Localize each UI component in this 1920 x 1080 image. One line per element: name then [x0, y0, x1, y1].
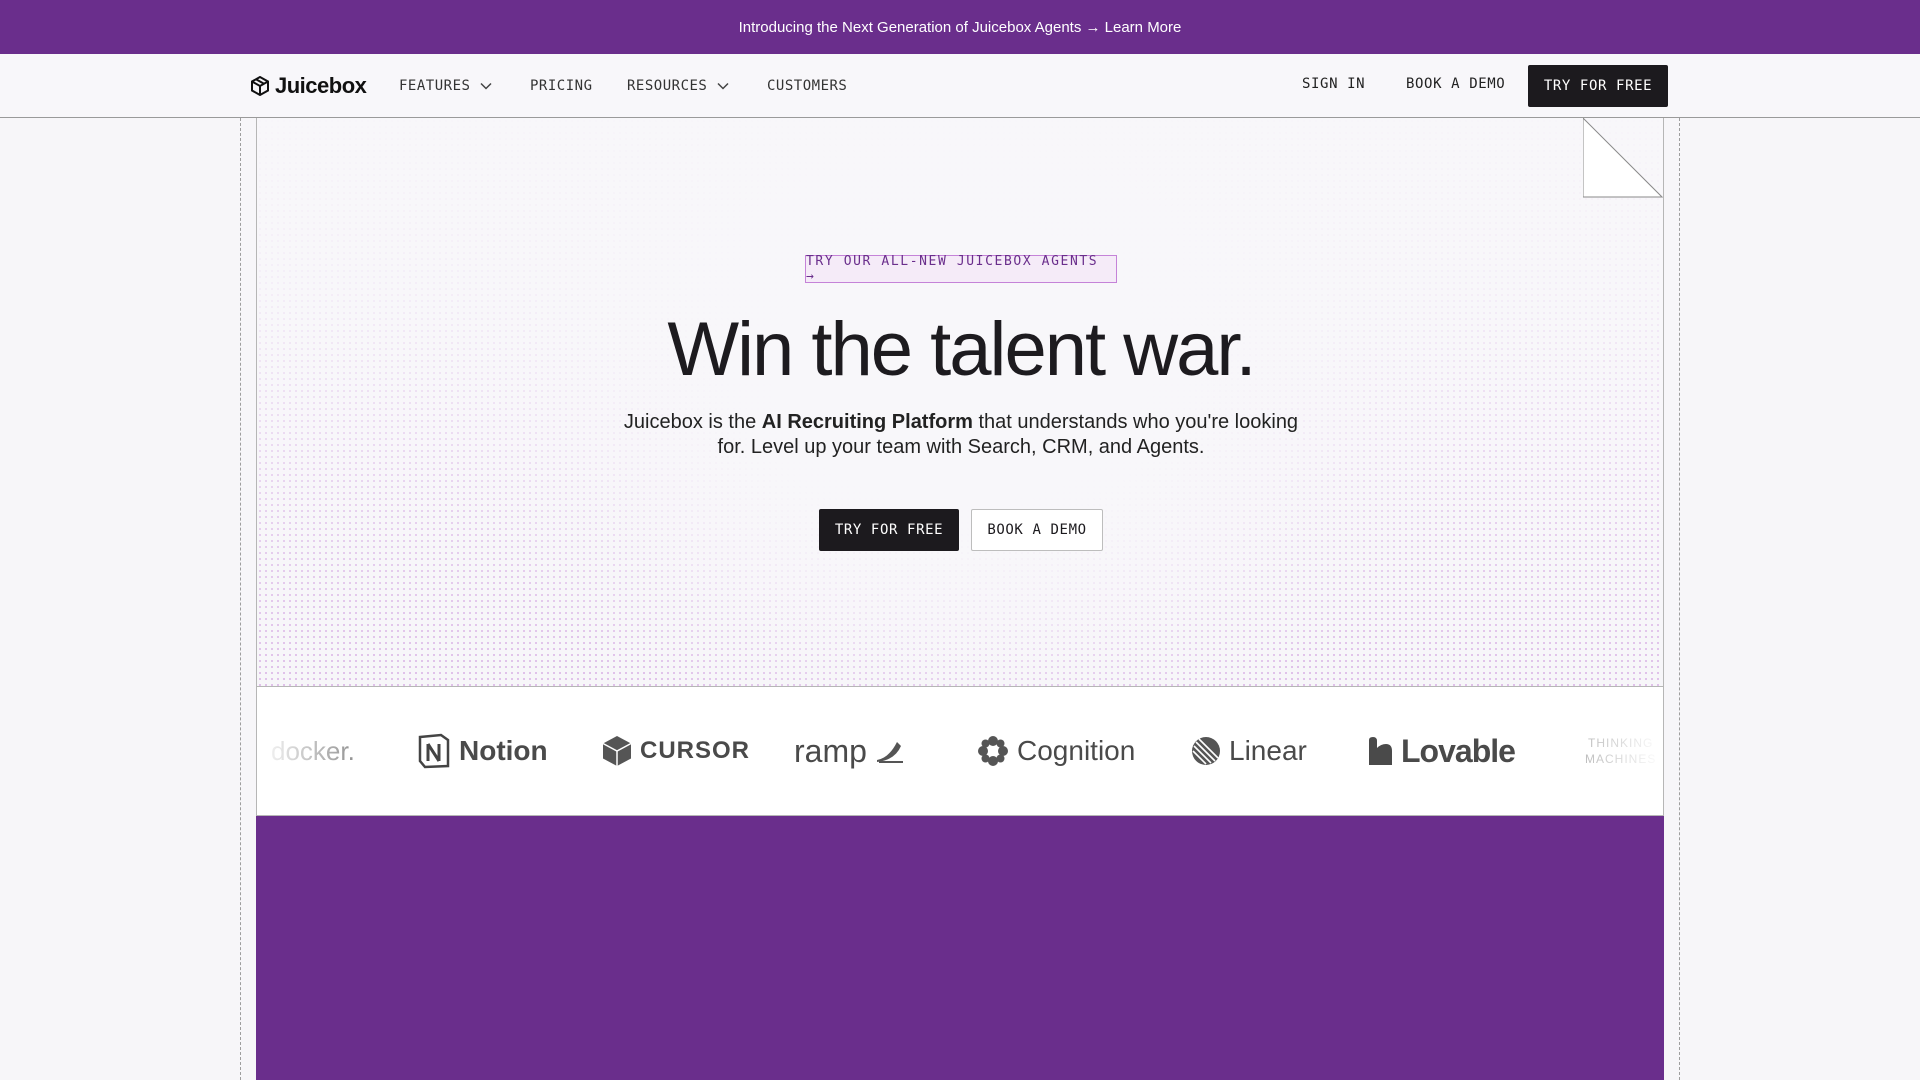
lovable-logo-icon [1369, 737, 1392, 765]
announcement-link[interactable]: Introducing the Next Generation of Juice… [739, 19, 1182, 36]
chevron-down-icon [717, 82, 729, 90]
ramp-wordmark: ramp [794, 732, 867, 769]
chevron-down-icon [480, 82, 492, 90]
brand-logo[interactable]: Juicebox [251, 72, 367, 100]
nav-resources[interactable]: RESOURCES [627, 76, 729, 96]
cognition-wordmark: Cognition [1017, 735, 1136, 766]
hero-headline: Win the talent war. [667, 307, 1256, 392]
nav-features[interactable]: FEATURES [399, 76, 492, 96]
page-fold-corner-icon [1583, 118, 1663, 198]
thinking-wordmark-line2: MACHINES [1585, 752, 1657, 766]
hero-section: TRY OUR ALL-NEW JUICEBOX AGENTS → Win th… [256, 118, 1664, 686]
logo-notion: Notion [417, 687, 548, 815]
nav-pricing[interactable]: PRICING [530, 76, 593, 96]
nav-customers-label: CUSTOMERS [767, 78, 848, 94]
logo-lovable: Lovable [1367, 687, 1516, 815]
cursor-logo-icon [602, 736, 632, 766]
linear-logo-icon [1192, 737, 1220, 765]
nav-try-free-button[interactable]: TRY FOR FREE [1528, 65, 1668, 107]
cognition-logo-icon [978, 736, 1008, 766]
top-nav: Juicebox FEATURES PRICING RESOURCES CUST… [0, 54, 1920, 118]
hero-try-free-button[interactable]: TRY FOR FREE [819, 509, 959, 551]
hero-subtext: Juicebox is the AI Recruiting Platform t… [611, 410, 1311, 460]
sign-in-link[interactable]: SIGN IN [1302, 76, 1365, 92]
nav-book-demo-link[interactable]: BOOK A DEMO [1406, 76, 1505, 92]
purple-feature-section [256, 816, 1664, 1080]
notion-wordmark: Notion [459, 735, 548, 766]
nav-customers[interactable]: CUSTOMERS [767, 76, 847, 96]
ramp-logo-icon [876, 742, 903, 763]
notion-logo-icon [418, 733, 450, 769]
nav-features-label: FEATURES [399, 78, 471, 94]
logo-cognition: Cognition [977, 687, 1135, 815]
lovable-wordmark: Lovable [1401, 732, 1516, 769]
left-guide-line [240, 118, 241, 1080]
juicebox-logo-icon [251, 76, 269, 96]
logo-linear: Linear [1191, 687, 1307, 815]
hero-subtext-pre: Juicebox is the [623, 411, 762, 433]
agents-badge-link[interactable]: TRY OUR ALL-NEW JUICEBOX AGENTS → [805, 254, 1117, 284]
cursor-wordmark: CURSOR [640, 737, 751, 764]
announcement-bar[interactable]: Introducing the Next Generation of Juice… [0, 0, 1920, 54]
logo-docker: docker. [271, 687, 355, 815]
brand-name: Juicebox [275, 73, 367, 98]
logo-thinking-machines: THINKING MACHINES [1585, 687, 1656, 815]
logo-ramp: ramp [794, 687, 905, 815]
linear-wordmark: Linear [1229, 735, 1307, 766]
nav-pricing-label: PRICING [530, 78, 593, 94]
customer-logos-strip: docker. Notion CURSOR ramp Cognition Lin… [256, 686, 1664, 816]
nav-resources-label: RESOURCES [627, 78, 708, 94]
hero-book-demo-button[interactable]: BOOK A DEMO [971, 509, 1103, 551]
logo-cursor: CURSOR [602, 687, 750, 815]
thinking-wordmark-line1: THINKING [1588, 736, 1654, 750]
docker-wordmark: docker. [271, 735, 355, 766]
hero-subtext-bold: AI Recruiting Platform [761, 411, 973, 433]
right-guide-line [1679, 118, 1680, 1080]
